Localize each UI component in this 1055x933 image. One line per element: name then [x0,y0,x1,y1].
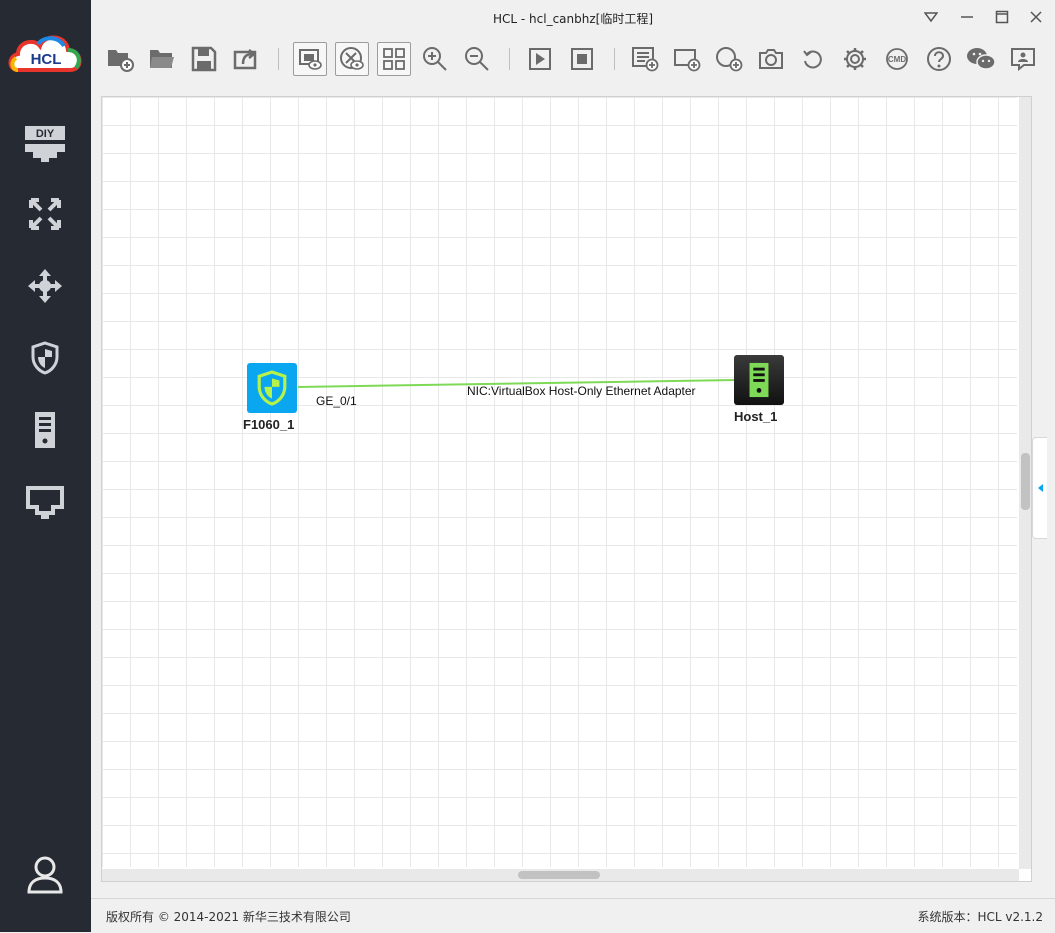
add-ellipse-icon[interactable] [712,41,746,77]
version-text: 系统版本：HCL v2.1.2 [917,910,1043,924]
host-node-icon [749,362,769,398]
export-icon[interactable] [229,41,263,77]
copyright-text: 版权所有 © 2014-2021 新华三技术有限公司 [106,910,351,924]
logo-text: HCL [31,51,62,68]
help-icon[interactable] [922,41,956,77]
add-text-icon[interactable] [628,41,662,77]
minimize-icon[interactable] [956,6,978,28]
firewall-icon[interactable] [21,336,69,380]
node-host[interactable] [734,355,784,405]
add-rectangle-icon[interactable] [670,41,704,77]
show-labels-icon[interactable] [293,42,327,76]
node-label-host: Host_1 [734,409,778,424]
node-firewall[interactable] [247,363,297,413]
grid-icon[interactable] [377,42,411,76]
feedback-icon[interactable] [1006,41,1040,77]
show-topology-icon[interactable] [335,42,369,76]
hcl-logo: HCL [8,30,84,78]
screenshot-icon[interactable] [754,41,788,77]
port-label-a: GE_0/1 [316,394,357,408]
node-label-firewall: F1060_1 [243,417,295,432]
settings-icon[interactable] [838,41,872,77]
stop-all-icon[interactable] [565,41,599,77]
port-label-b: NIC:VirtualBox Host-Only Ethernet Adapte… [467,384,696,398]
sidebar: HCL DIY [0,0,91,932]
new-project-icon[interactable] [103,41,137,77]
vertical-scroll-thumb[interactable] [1021,453,1030,510]
toolbar: CMD [91,36,1055,84]
topology-canvas[interactable]: F1060_1 Host_1 GE_0/1 NIC:VirtualBox Hos… [101,96,1032,882]
menu-dropdown-icon[interactable] [920,6,942,28]
diy-icon[interactable]: DIY [21,122,69,166]
open-project-icon[interactable] [145,41,179,77]
title-bar: HCL - hcl_canbhz[临时工程] [91,0,1055,36]
svg-text:CMD: CMD [888,55,906,64]
panel-expand-tab[interactable] [1032,437,1047,539]
horizontal-scrollbar[interactable] [102,869,1019,881]
firewall-node-icon [257,370,287,406]
maximize-icon[interactable] [991,6,1013,28]
zoom-in-icon[interactable] [418,41,452,77]
server-icon[interactable] [21,408,69,452]
link-layer [297,379,737,388]
start-all-icon[interactable] [523,41,557,77]
switch-icon[interactable] [21,264,69,308]
close-icon[interactable] [1025,6,1047,28]
zoom-out-icon[interactable] [460,41,494,77]
vertical-scrollbar[interactable] [1019,97,1031,869]
undo-icon[interactable] [796,41,830,77]
user-icon[interactable] [21,852,69,896]
status-bar: 版权所有 © 2014-2021 新华三技术有限公司 系统版本：HCL v2.1… [91,898,1055,933]
window-title: HCL - hcl_canbhz[临时工程] [492,12,654,26]
horizontal-scroll-thumb[interactable] [518,871,600,879]
caret-left-icon [1038,484,1043,492]
cmd-icon[interactable]: CMD [880,41,914,77]
cloud-interface-icon[interactable] [21,480,69,524]
save-icon[interactable] [187,41,221,77]
svg-text:DIY: DIY [36,128,55,140]
router-icon[interactable] [21,192,69,236]
wechat-icon[interactable] [964,41,998,77]
